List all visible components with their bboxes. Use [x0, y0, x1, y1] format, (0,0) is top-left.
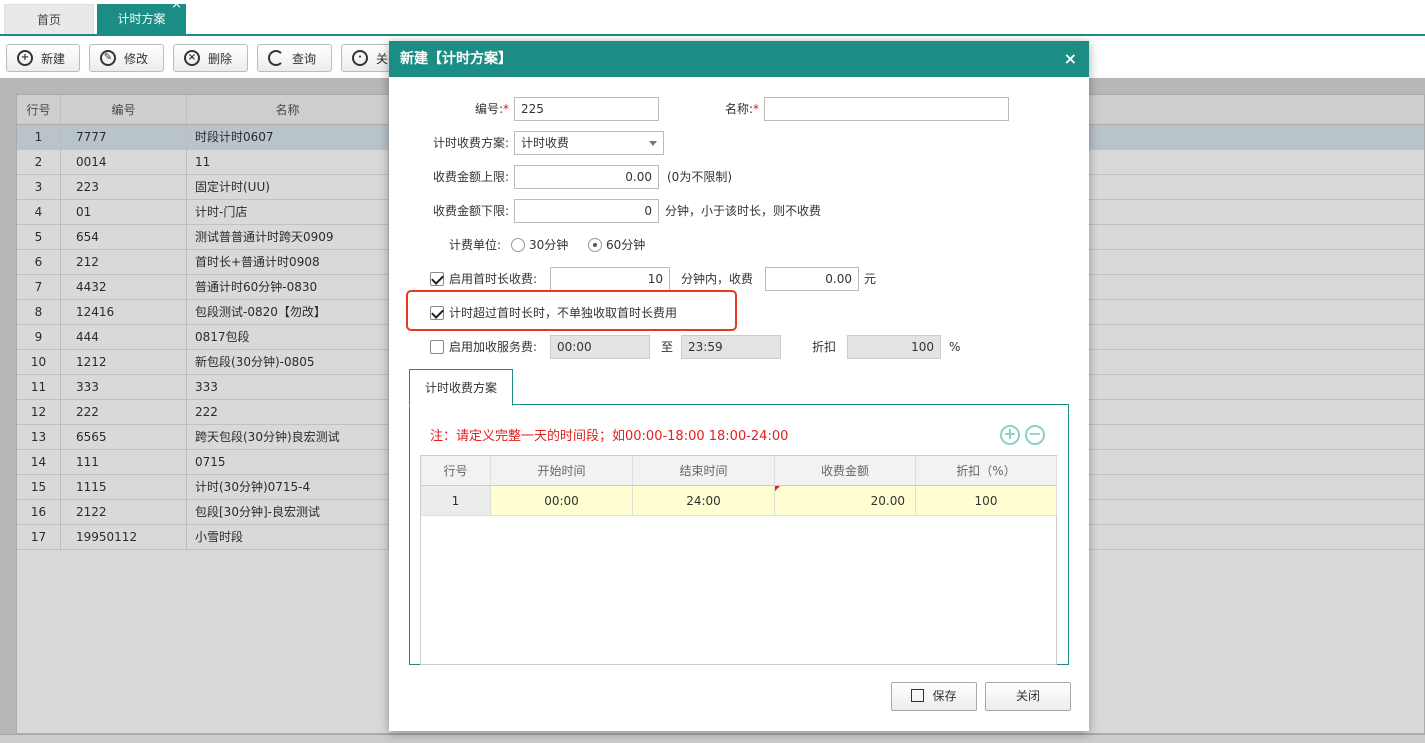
- refresh-icon: [268, 50, 284, 66]
- new-button[interactable]: + 新建: [6, 44, 80, 72]
- max-input[interactable]: 0.00: [514, 165, 659, 189]
- close-icon[interactable]: ×: [171, 0, 182, 15]
- fee-amount-value: 20.00: [870, 494, 905, 508]
- tab-bar: 首页 计时方案 ×: [0, 0, 1425, 36]
- add-circle-icon: +: [17, 50, 33, 66]
- edit-button[interactable]: ✎ 修改: [89, 44, 164, 72]
- delete-button[interactable]: × 删除: [173, 44, 248, 72]
- name-input[interactable]: [764, 97, 1009, 121]
- code-input[interactable]: 225: [514, 97, 659, 121]
- fee-col-end: 结束时间: [633, 456, 775, 486]
- save-icon: [911, 689, 925, 702]
- first-duration-label: 启用首时长收费:: [449, 272, 538, 286]
- unit-30-label: 30分钟: [529, 238, 569, 252]
- edit-icon: ✎: [100, 50, 116, 66]
- tab-timing-scheme[interactable]: 计时方案 ×: [97, 0, 186, 34]
- edit-label: 修改: [124, 51, 149, 66]
- service-checkbox[interactable]: [430, 340, 444, 354]
- stop-icon: ·: [352, 50, 368, 66]
- fee-cell-discount[interactable]: 100: [916, 486, 1057, 516]
- service-to-input[interactable]: 23:59: [681, 335, 781, 359]
- first-unit-label: 元: [864, 272, 877, 286]
- fee-scheme-panel: 注：请定义完整一天的时间段；如00:00-18:00 18:00-24:00 +…: [409, 404, 1069, 665]
- fee-col-amount: 收费金额: [775, 456, 916, 486]
- max-hint: (0为不限制): [667, 170, 732, 184]
- close-icon[interactable]: ×: [1064, 41, 1077, 77]
- dialog-title-text: 新建【计时方案】: [400, 51, 512, 67]
- first-duration-checkbox[interactable]: [430, 272, 444, 286]
- new-label: 新建: [41, 51, 66, 66]
- new-scheme-dialog: 新建【计时方案】 × 编号:* 225 名称:* 计时收费方案: 计时收费 收费…: [389, 41, 1089, 731]
- fee-col-row: 行号: [421, 456, 491, 486]
- scheme-value: 计时收费: [521, 136, 570, 150]
- note-text: 注：请定义完整一天的时间段；如00:00-18:00 18:00-24:00: [430, 429, 789, 444]
- save-label: 保存: [932, 689, 957, 703]
- service-from-input[interactable]: 00:00: [550, 335, 650, 359]
- unit-60-label: 60分钟: [606, 238, 646, 252]
- scheme-select[interactable]: 计时收费: [514, 131, 664, 155]
- tab-timing-fee-scheme[interactable]: 计时收费方案: [409, 369, 513, 406]
- fee-col-start: 开始时间: [491, 456, 633, 486]
- scheme-label: 计时收费方案:: [432, 136, 509, 150]
- first-fee-input[interactable]: 0.00: [765, 267, 859, 291]
- discount-label: 折扣: [812, 340, 837, 354]
- fee-cell-amount[interactable]: 20.00: [775, 486, 916, 516]
- close-label: 关: [376, 51, 389, 66]
- fee-col-discount: 折扣（%）: [916, 456, 1057, 486]
- highlight-box: [406, 290, 737, 331]
- min-label: 收费金额下限:: [432, 204, 509, 218]
- save-button[interactable]: 保存: [891, 682, 977, 711]
- service-label: 启用加收服务费:: [449, 340, 538, 354]
- query-label: 查询: [292, 51, 317, 66]
- min-input[interactable]: 0: [514, 199, 659, 223]
- delete-icon: ×: [184, 50, 200, 66]
- discount-input[interactable]: 100: [847, 335, 941, 359]
- fee-cell-row: 1: [421, 486, 491, 516]
- fee-cell-end[interactable]: 24:00: [633, 486, 775, 516]
- tab-label: 计时方案: [117, 12, 166, 26]
- minus-circle-icon[interactable]: −: [1025, 425, 1045, 445]
- dialog-title: 新建【计时方案】 ×: [389, 41, 1089, 77]
- chevron-down-icon: [649, 141, 657, 146]
- service-to-label: 至: [661, 340, 674, 354]
- max-label: 收费金额上限:: [432, 170, 509, 184]
- min-hint: 分钟，小于该时长，则不收费: [665, 204, 822, 218]
- query-button[interactable]: 查询: [257, 44, 332, 72]
- first-minutes-input[interactable]: 10: [550, 267, 670, 291]
- unit-label: 计费单位:: [448, 238, 501, 252]
- fee-cell-start[interactable]: 00:00: [491, 486, 633, 516]
- name-label: 名称:*: [724, 102, 759, 116]
- delete-label: 删除: [208, 51, 233, 66]
- plus-circle-icon[interactable]: +: [1000, 425, 1020, 445]
- first-mid-label: 分钟内，收费: [681, 272, 754, 286]
- tab-home[interactable]: 首页: [4, 4, 94, 34]
- discount-unit: %: [949, 340, 961, 354]
- fee-table: 行号 开始时间 结束时间 收费金额 折扣（%） 1 00:00 24:00 20…: [420, 455, 1057, 665]
- cancel-button[interactable]: 关闭: [985, 682, 1071, 711]
- unit-60-radio[interactable]: [588, 238, 602, 252]
- unit-30-radio[interactable]: [511, 238, 525, 252]
- grid-footer: [0, 734, 1425, 743]
- dirty-marker: [775, 486, 780, 491]
- code-label: 编号:*: [474, 102, 509, 116]
